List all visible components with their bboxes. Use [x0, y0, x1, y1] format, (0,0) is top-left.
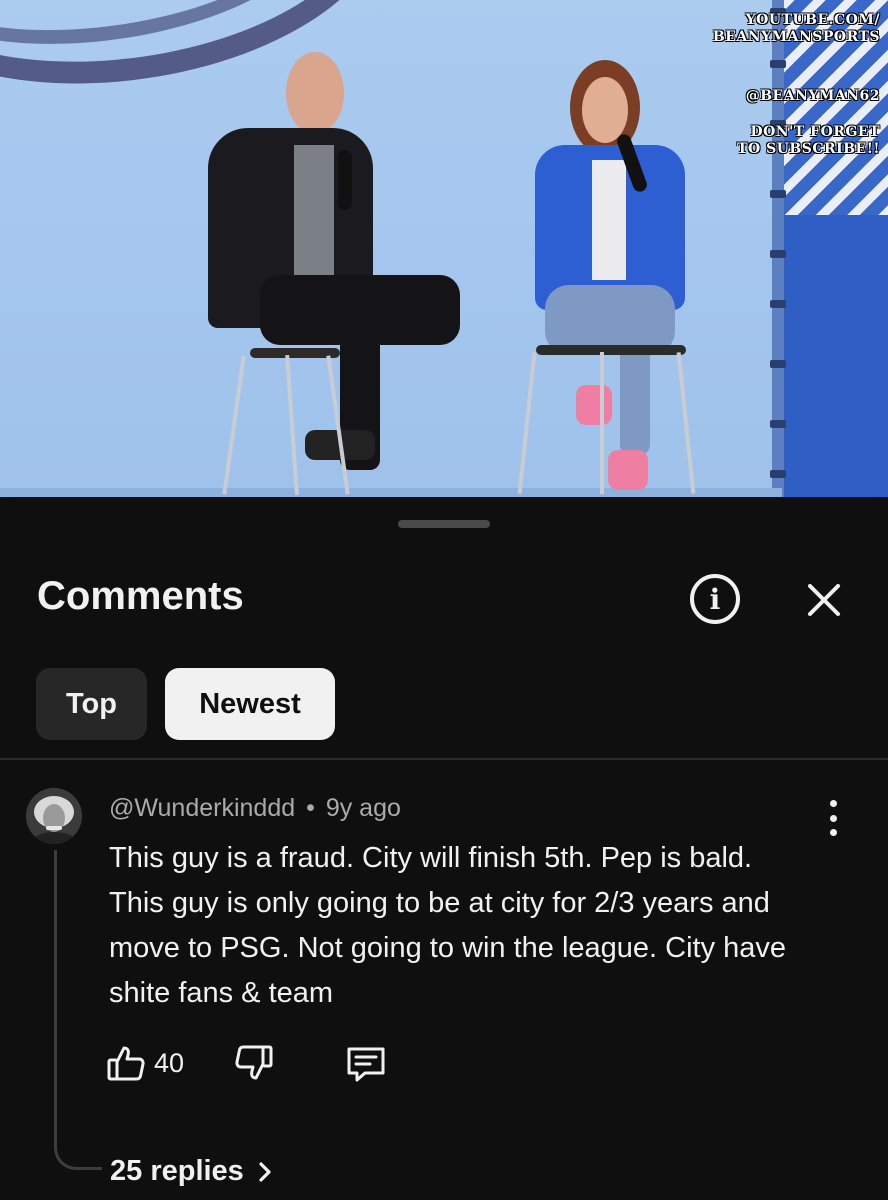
thumbs-down-icon[interactable] — [234, 1043, 274, 1083]
watermark-subscribe-cta: DON'T FORGET TO SUBSCRIBE!! — [737, 124, 880, 157]
comment-reply-icon[interactable] — [345, 1043, 387, 1083]
avatar[interactable] — [26, 788, 82, 844]
comment-author[interactable]: @Wunderkinddd — [109, 794, 295, 822]
panel-title: Comments — [37, 574, 244, 618]
like-count: 40 — [154, 1048, 185, 1078]
replies-label: 25 replies — [110, 1155, 244, 1187]
lighting-rig — [770, 0, 786, 497]
reply-thread-line — [54, 850, 102, 1170]
comment-meta: @Wunderkinddd • 9y ago — [109, 794, 401, 823]
sort-chip-newest[interactable]: Newest — [165, 668, 335, 740]
watermark-handle: @BEANYMAN62 — [745, 88, 880, 104]
stool-leg — [600, 352, 604, 494]
speaker-woman — [520, 55, 700, 495]
watermark-channel-url: YOUTUBE.COM/ BEANYMANSPORTS — [712, 12, 880, 45]
comments-sheet: Comments i Top Newest @Wunderkinddd • 9y… — [0, 500, 888, 1200]
more-vertical-icon[interactable] — [822, 800, 844, 836]
thumbs-up-icon[interactable] — [106, 1043, 146, 1083]
close-icon[interactable] — [800, 576, 848, 624]
comment-time: 9y ago — [325, 794, 401, 822]
divider — [0, 758, 888, 760]
meta-separator: • — [306, 794, 315, 822]
sort-chip-top[interactable]: Top — [36, 668, 147, 740]
comment-text: This guy is a fraud. City will finish 5t… — [109, 842, 787, 1009]
drag-handle[interactable] — [398, 520, 490, 528]
info-circle-icon[interactable]: i — [690, 574, 740, 624]
stool-seat-right — [536, 345, 686, 355]
view-replies-button[interactable]: 25 replies — [110, 1155, 274, 1188]
chevron-right-icon — [259, 1161, 271, 1182]
video-player[interactable]: YOUTUBE.COM/ BEANYMANSPORTS @BEANYMAN62 … — [0, 0, 888, 497]
